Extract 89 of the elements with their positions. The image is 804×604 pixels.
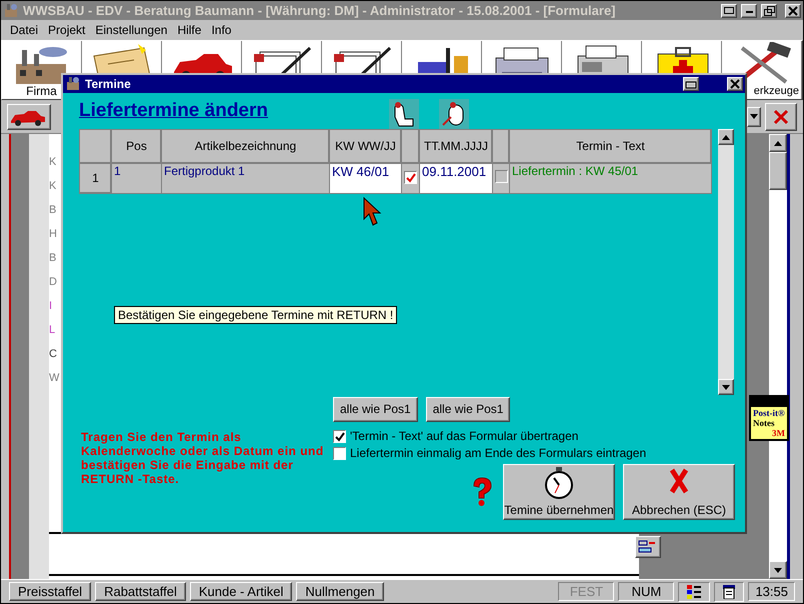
printer-icon	[724, 7, 734, 14]
up-arrow-icon	[722, 134, 730, 140]
table-cell: Fertigprodukt 1	[162, 164, 330, 194]
column-header[interactable]: Pos	[112, 130, 162, 164]
dropdown-button[interactable]	[747, 106, 761, 126]
menu-item[interactable]: Info	[206, 20, 236, 40]
logo-text: 3M	[771, 428, 785, 438]
form-label: W	[49, 372, 58, 386]
app-icon	[3, 2, 19, 18]
status-button[interactable]: Rabattstaffel	[95, 582, 186, 602]
status-button[interactable]: Nullmengen	[296, 582, 384, 602]
print-button[interactable]	[683, 77, 699, 91]
down-arrow-icon	[722, 384, 730, 390]
form-label: C	[49, 348, 58, 362]
column-header[interactable]: KW WW/JJ	[330, 130, 402, 164]
checkmark-icon	[406, 172, 416, 183]
restore-button[interactable]	[761, 4, 777, 18]
close-button[interactable]	[785, 4, 801, 18]
checkbox-label: Liefertermin einmalig am Ende des Formulars eintragen	[350, 446, 646, 461]
scroll-up-button[interactable]	[718, 129, 734, 145]
tooltip: Bestätigen Sie eingegebene Termine mit RETURN !	[114, 306, 398, 324]
status-button[interactable]: Preisstaffel	[9, 582, 92, 602]
note-text: Post-it®	[753, 408, 785, 418]
document-icon	[722, 584, 736, 598]
menu-item[interactable]: Einstellungen	[90, 20, 172, 40]
pointing-hand-icon[interactable]	[389, 99, 419, 129]
checkbox-label: 'Termin - Text' auf das Formular übertragen	[350, 429, 578, 444]
column-header[interactable]: Artikelbezeichnung	[162, 130, 330, 164]
list-icon	[687, 584, 702, 598]
form-label: H	[49, 228, 58, 242]
copy-button[interactable]: alle wie Pos1	[333, 397, 418, 422]
mouse-pointer-icon	[363, 197, 383, 227]
close-icon	[728, 78, 742, 90]
checkbox[interactable]	[333, 447, 346, 460]
copy-button[interactable]: alle wie Pos1	[426, 397, 510, 422]
accept-button[interactable]: Temine übernehmen	[503, 464, 615, 520]
dialog-title: Termine	[85, 76, 132, 92]
menu-item[interactable]: Projekt	[43, 20, 90, 40]
checkbox[interactable]	[333, 430, 346, 443]
document-view-button[interactable]	[714, 582, 744, 602]
mouse-icon[interactable]	[439, 99, 469, 129]
checkbox[interactable]	[404, 171, 417, 184]
restore-icon	[764, 6, 774, 16]
minimize-icon	[746, 10, 752, 12]
list-view-button[interactable]	[678, 582, 710, 602]
minimize-button[interactable]	[741, 4, 757, 18]
week-field[interactable]: KW 46/01	[330, 164, 402, 194]
form-label: D	[49, 276, 58, 290]
menu-item[interactable]: Datei	[5, 20, 44, 40]
caret-icon	[750, 114, 758, 119]
window-title: WWSBAU - EDV - Beratung Baumann - [Währung: DM] - Administrator - 15.08.2001 - [Formulare]	[23, 2, 617, 18]
form-label: I	[49, 300, 54, 314]
close-button[interactable]	[727, 77, 743, 91]
status-button[interactable]: Kunde - Artikel	[190, 582, 292, 602]
form-label: B	[49, 204, 58, 218]
dialog-heading: Liefertermine ändern	[79, 100, 269, 123]
column-header[interactable]: TT.MM.JJJJ	[420, 130, 492, 164]
note-text: Notes	[753, 418, 776, 428]
date-field[interactable]: 09.11.2001	[420, 164, 492, 194]
scroll-down-button[interactable]	[769, 561, 787, 579]
cancel-button[interactable]: Abbrechen (ESC)	[623, 464, 735, 520]
checkmark-icon	[334, 432, 344, 442]
close-button[interactable]	[765, 102, 797, 130]
column-header[interactable]: Termin - Text	[510, 130, 712, 164]
car-button[interactable]	[7, 104, 51, 130]
table-cell: 1	[112, 164, 162, 194]
app-icon	[65, 76, 81, 92]
table-cell: Liefertermin : KW 45/01	[510, 164, 712, 194]
form-label: B	[49, 252, 58, 266]
clock-text: 13:55	[748, 582, 795, 602]
form-label: K	[49, 180, 58, 194]
status-indicator: NUM	[618, 582, 674, 602]
down-arrow-icon	[774, 568, 782, 572]
scroll-down-button[interactable]	[718, 379, 734, 395]
form-label: K	[49, 156, 58, 170]
scroll-up-button[interactable]	[769, 134, 787, 152]
scroll-thumb[interactable]	[769, 152, 787, 190]
close-icon	[773, 108, 789, 124]
close-icon	[788, 6, 798, 16]
stopwatch-icon	[543, 467, 575, 499]
remove-row-button[interactable]	[635, 536, 661, 558]
checkbox[interactable]	[495, 170, 508, 184]
menu-item[interactable]: Hilfe	[172, 20, 206, 40]
form-label: L	[49, 324, 56, 338]
instruction-text: Tragen Sie den Termin als Kalenderwoche oder als Datum ein und bestätigen Sie die Eingabe mit der RETURN -Taste.	[81, 430, 325, 488]
row-header[interactable]: 1	[80, 164, 112, 194]
up-arrow-icon	[774, 140, 782, 146]
printer-button[interactable]	[721, 4, 737, 18]
status-indicator: FEST	[558, 582, 614, 602]
